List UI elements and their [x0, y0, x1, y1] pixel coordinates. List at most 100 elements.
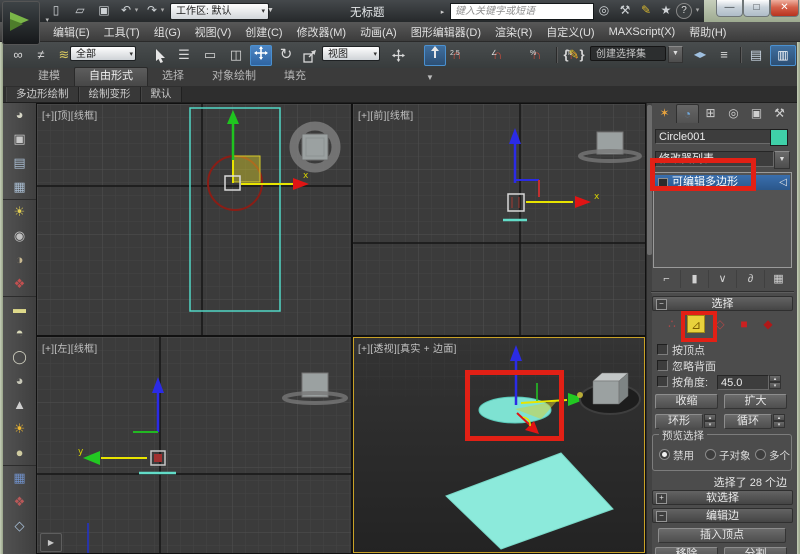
ribbon-subtab[interactable]: 多边形绘制: [6, 87, 79, 102]
radio-subobject[interactable]: 子对象: [705, 449, 751, 462]
selection-set-caret-icon[interactable]: ▼: [668, 46, 683, 63]
named-selection-set-dropdown[interactable]: 创建选择集: [590, 46, 666, 61]
menu-item[interactable]: 渲染(R): [488, 24, 539, 40]
ribbon-tab[interactable]: 填充: [270, 68, 320, 86]
tab-hierarchy-icon[interactable]: ⊞: [699, 104, 722, 123]
box-primitive-icon[interactable]: ▬: [3, 296, 36, 321]
rectangular-region-icon[interactable]: ▭: [200, 46, 220, 64]
radio-disabled[interactable]: 禁用: [659, 449, 694, 462]
loop-spinner[interactable]: ▴ ▾: [773, 414, 785, 429]
data-sheet-icon[interactable]: ▤: [3, 151, 36, 175]
panel-expand-button[interactable]: ▶: [40, 533, 62, 552]
ring-button[interactable]: 环形: [655, 414, 703, 429]
radio-on-icon[interactable]: [659, 449, 670, 460]
pin-stack-button[interactable]: ⌐: [653, 270, 680, 288]
cone-primitive-icon[interactable]: ▲: [3, 393, 36, 417]
maximize-button[interactable]: □: [743, 0, 770, 17]
angle-snap-icon[interactable]: ∠∩: [493, 47, 506, 62]
manage-layers-icon[interactable]: ▤: [746, 46, 766, 64]
viewport-left[interactable]: [+][左][线框] y: [37, 337, 351, 553]
tab-create-icon[interactable]: ✶: [653, 104, 676, 123]
menu-item[interactable]: 组(G): [147, 24, 188, 40]
spin-down-icon[interactable]: ▾: [769, 382, 781, 389]
molecule-icon[interactable]: ❖: [3, 490, 36, 514]
viewport-top-label[interactable]: [+][顶][线框]: [42, 107, 98, 122]
ignore-backfacing-checkbox[interactable]: 忽略背面: [657, 360, 716, 372]
radio-off-icon[interactable]: [705, 449, 716, 460]
percent-snap-icon[interactable]: %∩: [532, 47, 545, 62]
select-by-name-icon[interactable]: ☰: [174, 46, 194, 64]
selection-filter-dropdown[interactable]: 全部 ▾: [70, 46, 136, 61]
rollout-edit-edges[interactable]: − 编辑边: [652, 508, 793, 523]
redo-caret-icon[interactable]: ▾: [158, 2, 167, 19]
keyboard-override-icon[interactable]: {✎}: [562, 46, 586, 64]
teapot-primitive-icon[interactable]: ◕: [3, 369, 36, 393]
shape-tool-icon[interactable]: ▣: [3, 127, 36, 151]
menu-item[interactable]: 修改器(M): [290, 24, 354, 40]
subobj-polygon-button[interactable]: ■: [735, 315, 753, 333]
menu-item[interactable]: MAXScript(X): [602, 26, 683, 38]
app-menu-button[interactable]: ▾: [2, 1, 40, 45]
annotate-icon[interactable]: ✎: [636, 2, 656, 19]
spin-up-icon[interactable]: ▴: [773, 414, 785, 421]
helper-sphere-icon[interactable]: ◑: [3, 248, 36, 272]
menu-item[interactable]: 帮助(H): [682, 24, 733, 40]
sun-icon[interactable]: ☀: [3, 417, 36, 441]
menu-item[interactable]: 自定义(U): [539, 24, 601, 40]
menu-item[interactable]: 工具(T): [97, 24, 147, 40]
make-unique-button[interactable]: ∨: [708, 270, 736, 288]
use-pivot-center-icon[interactable]: [388, 46, 408, 64]
ribbon-toggle-button[interactable]: ▥: [770, 45, 796, 66]
spin-up-icon[interactable]: ▴: [769, 375, 781, 382]
object-color-swatch[interactable]: [770, 129, 788, 146]
unlink-selection-icon[interactable]: ≠: [31, 46, 51, 64]
select-and-rotate-icon[interactable]: ↻: [276, 46, 296, 64]
angle-spinner[interactable]: ▴ ▾: [769, 375, 781, 390]
ribbon-tab[interactable]: 对象绘制: [198, 68, 270, 86]
scrollbar-thumb[interactable]: [647, 105, 652, 255]
grid-array-icon[interactable]: ▦: [3, 465, 36, 490]
show-end-result-button[interactable]: ▮: [680, 270, 708, 288]
by-angle-checkbox[interactable]: 按角度:: [657, 376, 708, 388]
remove-button[interactable]: 移除: [655, 547, 718, 554]
workspace-dropdown[interactable]: 工作区: 默认 ▾: [170, 3, 269, 20]
viewport-left-label[interactable]: [+][左][线框]: [42, 340, 98, 355]
rollout-selection[interactable]: − 选择: [652, 296, 793, 311]
subobj-border-button[interactable]: ◇: [711, 315, 729, 333]
ribbon-subtab[interactable]: 默认: [141, 87, 182, 102]
ring-spinner[interactable]: ▴ ▾: [704, 414, 716, 429]
panel-scrollbar[interactable]: [647, 103, 652, 554]
close-button[interactable]: ✕: [770, 0, 799, 17]
minimize-button[interactable]: —: [716, 0, 743, 17]
checkbox-icon[interactable]: [657, 360, 668, 371]
expand-icon[interactable]: +: [656, 493, 667, 504]
spin-down-icon[interactable]: ▾: [704, 421, 716, 428]
select-and-manipulate-button[interactable]: [424, 45, 446, 66]
angle-value-field[interactable]: [717, 375, 769, 390]
viewport-front[interactable]: [+][前][线框]: [353, 104, 645, 335]
shrink-button[interactable]: 收缩: [655, 394, 718, 409]
undo-caret-icon[interactable]: ▾: [132, 2, 141, 19]
ribbon-tab[interactable]: 选择: [148, 68, 198, 86]
checkbox-icon[interactable]: [657, 344, 668, 355]
stack-item-editable-poly[interactable]: 可编辑多边形 ◁: [655, 175, 790, 190]
collapse-icon[interactable]: −: [656, 511, 667, 522]
viewport-front-label[interactable]: [+][前][线框]: [358, 107, 414, 122]
object-name-field[interactable]: [655, 129, 771, 144]
subobj-element-button[interactable]: ◆: [759, 315, 777, 333]
reference-coordsys-dropdown[interactable]: 视图 ▾: [322, 46, 380, 61]
save-file-icon[interactable]: ▣: [94, 2, 114, 19]
teapot-icon[interactable]: ◕: [3, 103, 36, 127]
checkbox-icon[interactable]: [657, 376, 668, 387]
menu-item[interactable]: 视图(V): [188, 24, 239, 40]
viewport-perspective-canvas[interactable]: [353, 337, 645, 553]
menu-item[interactable]: 图形编辑器(D): [404, 24, 488, 40]
menu-item[interactable]: 编辑(E): [46, 24, 97, 40]
viewport-front-canvas[interactable]: x: [353, 104, 645, 335]
ribbon-tab[interactable]: 自由形式: [74, 67, 148, 86]
modifier-list-dropdown[interactable]: 修改器列表: [655, 151, 774, 167]
spin-down-icon[interactable]: ▾: [773, 421, 785, 428]
modifier-list-caret-icon[interactable]: ▼: [774, 151, 790, 169]
menu-item[interactable]: 动画(A): [353, 24, 404, 40]
tab-motion-icon[interactable]: ◎: [722, 104, 745, 123]
